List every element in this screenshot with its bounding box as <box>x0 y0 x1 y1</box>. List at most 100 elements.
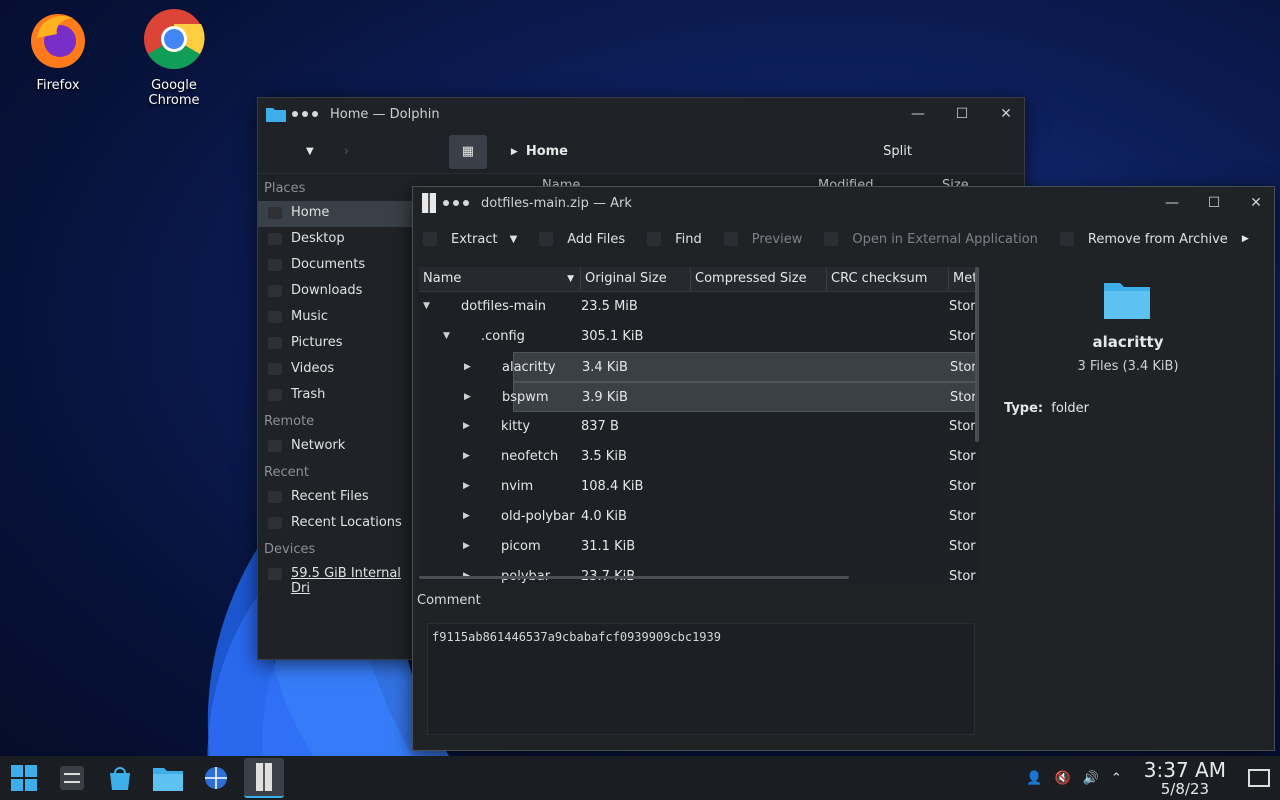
row-method: Stor <box>950 390 977 405</box>
chrome-icon <box>144 9 205 70</box>
table-row[interactable]: ▶ picom 31.1 KiB Stor <box>419 532 979 562</box>
minimize-icon[interactable]: — <box>1162 195 1182 211</box>
row-name: dotfiles-main <box>461 299 547 314</box>
recent-files-icon <box>268 491 282 503</box>
horizontal-scrollbar[interactable] <box>419 576 849 579</box>
expand-arrow-right-icon[interactable]: ▶ <box>464 362 471 372</box>
ark-toolbar: Extract ▼ Add Files Find Preview Open in … <box>413 219 1274 259</box>
show-desktop-icon[interactable] <box>1248 769 1270 787</box>
window-menu-dots-icon[interactable] <box>292 111 318 117</box>
row-name: old-polybar <box>501 509 575 524</box>
col-name[interactable]: Name ▼ <box>419 267 581 291</box>
places-item-recent-files[interactable]: Recent Files <box>258 485 413 511</box>
table-row[interactable]: ▶polybar23.7 KiBStor <box>419 562 979 585</box>
chevron-up-icon[interactable]: ⌃ <box>1111 771 1122 786</box>
find-button[interactable]: Find <box>647 232 702 247</box>
find-icon <box>647 232 662 246</box>
places-item-trash[interactable]: Trash <box>258 383 413 409</box>
desktop-icon-chrome[interactable]: Google Chrome <box>124 8 224 108</box>
expand-arrow-right-icon[interactable]: ▶ <box>463 541 470 551</box>
remove-from-archive-button[interactable]: Remove from Archive <box>1059 232 1228 247</box>
table-row[interactable]: ▶ nvim 108.4 KiB Stor <box>419 472 979 502</box>
recent-locations-icon <box>268 517 282 529</box>
expand-arrow-right-icon[interactable]: ▶ <box>463 451 470 461</box>
network-globe-icon <box>205 767 227 789</box>
comment-textarea[interactable]: f9115ab861446537a9cbabafcf0939909cbc1939 <box>427 623 975 735</box>
desktop-icon-label: Firefox <box>36 78 80 93</box>
places-header: Places <box>264 181 306 196</box>
volume-icon[interactable]: 🔊 <box>1083 771 1099 786</box>
taskbar-discover[interactable] <box>100 758 140 798</box>
close-icon[interactable]: ✕ <box>1246 195 1266 211</box>
split-button[interactable]: Split <box>883 144 912 159</box>
expand-arrow-right-icon[interactable]: ▶ <box>463 511 470 521</box>
archive-rows: ▼ dotfiles-main 23.5 MiB Stor ▼ .config 305.1 … <box>419 292 979 585</box>
table-row[interactable]: ▶ neofetch 3.5 KiB Stor <box>419 442 979 472</box>
desktop-icon-firefox[interactable]: Firefox <box>8 8 108 93</box>
table-row[interactable]: ▶ bspwm 3.9 KiB Stor <box>464 382 979 412</box>
places-item-internal-drive[interactable]: 59.5 GiB Internal Dri <box>258 562 413 596</box>
row-original-size: 108.4 KiB <box>581 479 644 494</box>
taskbar-settings[interactable] <box>52 758 92 798</box>
open-external-button[interactable]: Open in External Application <box>824 232 1038 247</box>
places-item-documents[interactable]: Documents <box>258 253 413 279</box>
places-item-videos[interactable]: Videos <box>258 357 413 383</box>
table-row[interactable]: ▶ old-polybar 4.0 KiB Stor <box>419 502 979 532</box>
location-breadcrumb[interactable]: Home <box>526 144 568 159</box>
table-row[interactable]: ▶ alacritty 3.4 KiB Stor <box>464 352 979 382</box>
col-crc[interactable]: CRC checksum <box>827 267 949 291</box>
ark-titlebar[interactable]: dotfiles-main.zip — Ark — ☐ ✕ <box>413 187 1274 219</box>
extract-button[interactable]: Extract ▼ <box>423 232 517 247</box>
places-item-downloads[interactable]: Downloads <box>258 279 413 305</box>
info-panel: alacritty 3 Files (3.4 KiB) Type: folder <box>988 267 1268 585</box>
dolphin-titlebar[interactable]: Home — Dolphin — ☐ ✕ <box>258 98 1024 130</box>
taskbar-dolphin[interactable] <box>148 758 188 798</box>
places-item-desktop[interactable]: Desktop <box>258 227 413 253</box>
forward-icon[interactable]: › <box>344 144 349 159</box>
col-original-size[interactable]: Original Size <box>581 267 691 291</box>
row-name: .config <box>481 329 525 344</box>
row-method: Stor <box>949 509 976 524</box>
expand-arrow-right-icon[interactable]: ▶ <box>464 392 471 402</box>
places-item-recent-locations[interactable]: Recent Locations <box>258 511 413 537</box>
archive-column-header: Name ▼ Original Size Compressed Size CRC … <box>419 267 979 292</box>
row-name: bspwm <box>502 390 549 405</box>
places-item-network[interactable]: Network <box>258 434 413 460</box>
info-summary: 3 Files (3.4 KiB) <box>1077 359 1179 374</box>
row-original-size: 3.9 KiB <box>582 390 628 405</box>
taskbar-ark[interactable] <box>244 758 284 798</box>
places-item-music[interactable]: Music <box>258 305 413 331</box>
vertical-scrollbar[interactable] <box>975 267 979 442</box>
maximize-icon[interactable]: ☐ <box>952 106 972 122</box>
minimize-icon[interactable]: — <box>908 106 928 122</box>
taskbar-network-app[interactable] <box>196 758 236 798</box>
documents-icon <box>268 259 282 271</box>
view-mode-icon[interactable]: ▦ <box>448 134 487 169</box>
table-row[interactable]: ▶ kitty 837 B Stor <box>419 412 979 442</box>
preview-button[interactable]: Preview <box>723 232 802 247</box>
user-switch-icon[interactable]: 👤 <box>1026 771 1042 786</box>
table-row[interactable]: ▼ .config 305.1 KiB Stor <box>419 322 979 352</box>
mic-muted-icon[interactable]: 🔇 <box>1055 771 1071 786</box>
close-icon[interactable]: ✕ <box>996 106 1016 122</box>
places-item-pictures[interactable]: Pictures <box>258 331 413 357</box>
remove-icon <box>1059 232 1074 246</box>
preview-icon <box>723 232 738 246</box>
maximize-icon[interactable]: ☐ <box>1204 195 1224 211</box>
add-files-button[interactable]: Add Files <box>539 232 625 247</box>
drive-icon <box>268 568 282 580</box>
clock[interactable]: 3:37 AM 5/8/23 <box>1144 760 1226 797</box>
col-compressed-size[interactable]: Compressed Size <box>691 267 827 291</box>
toolbar-overflow-icon[interactable]: ▶ <box>1242 234 1249 244</box>
table-row[interactable]: ▼ dotfiles-main 23.5 MiB Stor <box>419 292 979 322</box>
places-item-home[interactable]: Home <box>258 201 413 227</box>
start-menu-button[interactable] <box>4 758 44 798</box>
expand-arrow-down-icon[interactable]: ▼ <box>443 331 450 341</box>
back-dropdown-icon[interactable]: ▼ <box>306 146 314 157</box>
row-name: alacritty <box>502 360 556 375</box>
expand-arrow-down-icon[interactable]: ▼ <box>423 301 430 311</box>
expand-arrow-right-icon[interactable]: ▶ <box>463 481 470 491</box>
window-menu-dots-icon[interactable] <box>443 200 469 206</box>
row-method: Stor <box>949 299 976 314</box>
expand-arrow-right-icon[interactable]: ▶ <box>463 421 470 431</box>
